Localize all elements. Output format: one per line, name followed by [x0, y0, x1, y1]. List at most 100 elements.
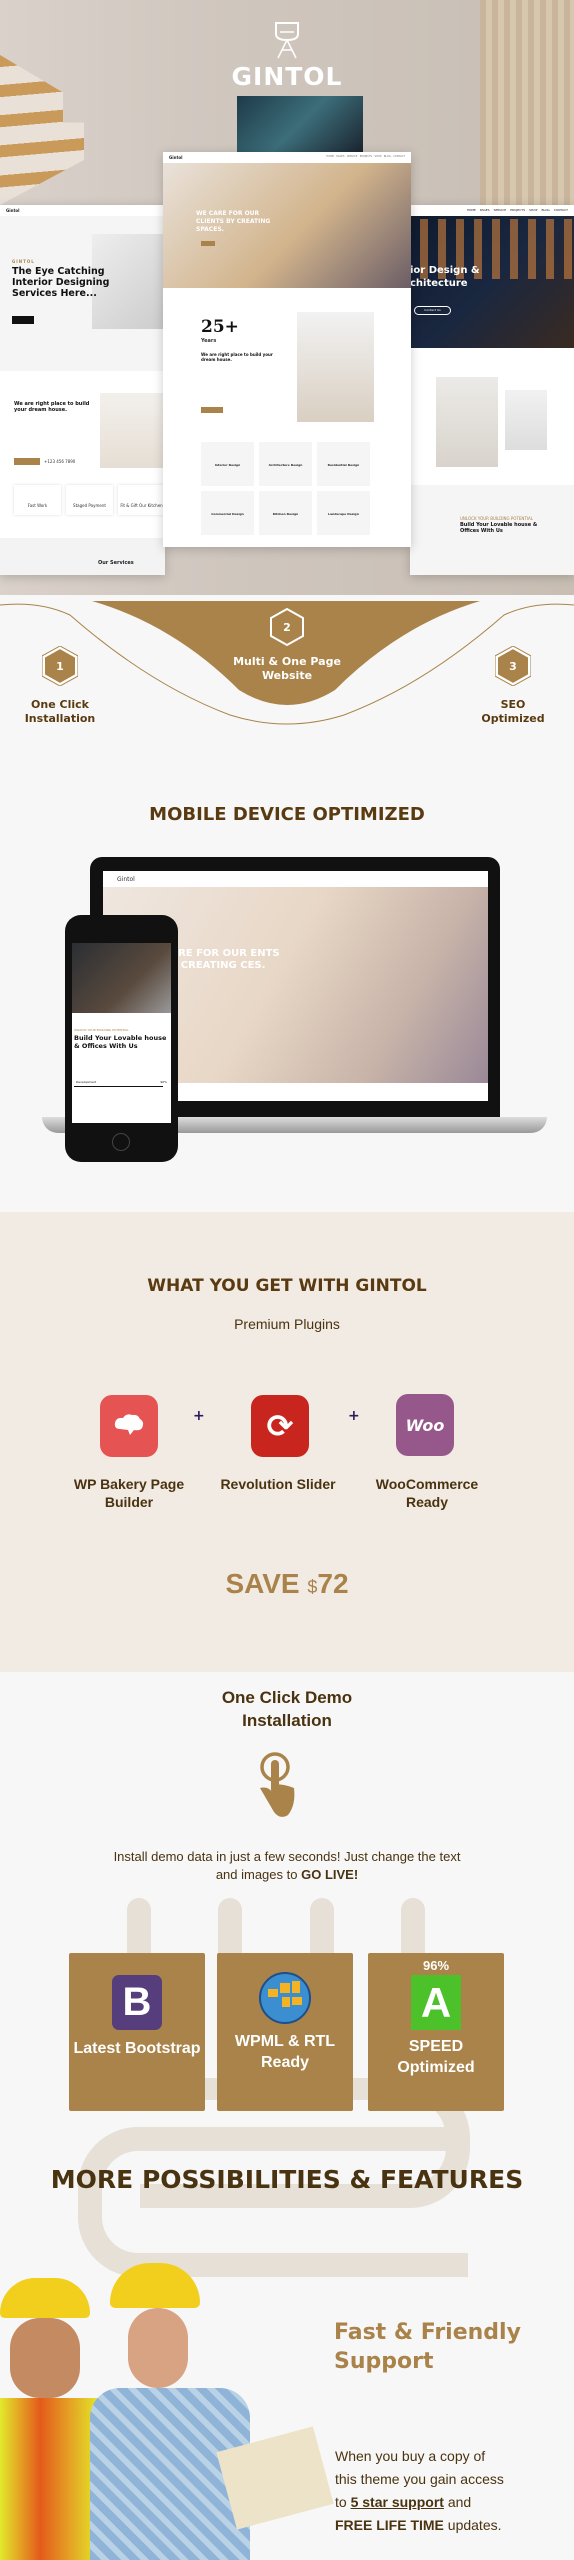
hard-hat	[0, 2278, 90, 2318]
mock-button	[12, 316, 34, 324]
phone-home-button	[112, 1133, 130, 1151]
mock-services-title: Our Services	[98, 560, 134, 566]
chair-icon	[275, 22, 299, 59]
card-label: Latest Bootstrap	[73, 2040, 201, 2057]
feature-number: 2	[283, 620, 291, 634]
workers-photo	[0, 2258, 340, 2560]
plant-photo	[505, 390, 547, 450]
hero-banner: GINTOL Gintol GINTOL The Eye Catching In…	[0, 0, 574, 600]
card-label: SPEED Optimized	[397, 2038, 475, 2076]
phone-progress-bar	[74, 1086, 164, 1087]
save-currency: $	[307, 1577, 318, 1597]
mock-about-heading: We are right place to build your dream h…	[201, 352, 273, 362]
wpml-globe-icon	[259, 1972, 311, 2024]
brand-logo-text: GINTOL	[231, 62, 343, 91]
mock-years: 25+	[201, 317, 239, 337]
demo-title: One Click Demo Installation	[221, 1688, 353, 1730]
feature-number: 1	[56, 659, 64, 673]
mock-features: Fast Work Staged Payment Fit & Gift Our …	[14, 485, 165, 515]
mock-feature: Fast Work	[14, 485, 61, 515]
phone-photo	[72, 943, 171, 1013]
mock-service: Residential Design	[317, 442, 370, 486]
mock-service: Landscape Design	[317, 491, 370, 535]
center-mockup: Gintol HOME · PAGES · SERVICE · PROJECTS …	[163, 152, 411, 547]
more-title: MORE POSSIBILITIES & FEATURES	[50, 2165, 524, 2194]
plugin-label: WP Bakery Page Builder	[73, 1476, 185, 1510]
plugin-label: Revolution Slider	[220, 1476, 336, 1492]
mock-learn-button	[14, 458, 40, 465]
right-mockup: HOME PAGES SERVICE PROJECTS SHOP BLOG CONTACT …	[410, 205, 574, 575]
support-text: When you buy a copy of this theme you ga…	[335, 2445, 510, 2537]
laptop-hero-text: CARE FOR OUR ENTS BY CREATING CES.	[163, 948, 280, 971]
save-value: 72	[317, 1568, 349, 1599]
feature-number: 3	[509, 659, 517, 673]
revolution-refresh-icon: ⟳	[251, 1395, 309, 1457]
mock-eyebrow: GINTOL	[12, 259, 35, 264]
phone-heading: Build Your Lovable house & Offices With …	[74, 1034, 167, 1050]
support-bold: FREE LIFE TIME	[335, 2517, 444, 2533]
support-title: Fast & Friendly Support	[334, 2320, 521, 2374]
mock-phone: +123 456 7890	[44, 459, 76, 464]
plus-sign: +	[348, 1408, 360, 1424]
mock-service: Interior Design	[201, 442, 254, 486]
bootstrap-icon: B	[112, 1975, 162, 2030]
woo-icon: Woo	[396, 1394, 454, 1456]
left-mockup: Gintol GINTOL The Eye Catching Interior …	[0, 205, 165, 575]
safety-vest	[0, 2398, 100, 2560]
feature-card-speed: 96% A SPEED Optimized	[368, 1953, 504, 2111]
worker-face	[10, 2318, 80, 2398]
feature-card-bootstrap: B Latest Bootstrap	[69, 1953, 205, 2111]
laptop-logo: Gintol	[117, 876, 135, 883]
mock-years-label: Years	[201, 338, 217, 344]
desk-photo	[436, 377, 498, 467]
feature-hex-3: 3	[495, 646, 531, 686]
speed-grade-icon: A	[411, 1975, 461, 2030]
mock-heading: Build Your Lovable house & Offices With …	[460, 522, 538, 534]
demo-description: Install demo data in just a few seconds!…	[110, 1848, 464, 1884]
hard-hat	[110, 2263, 200, 2308]
save-amount: SAVE $72	[0, 1568, 574, 1600]
phone: UNLOCK YOUR BUILDING POTENTIAL Build You…	[65, 915, 178, 1162]
mock-logo: Gintol	[169, 155, 183, 160]
feature-label: SEO Optimized	[481, 698, 545, 725]
mock-service: Commercial Design	[201, 491, 254, 535]
veranda-photo	[297, 312, 374, 422]
support-text-2: and	[447, 2494, 472, 2510]
mock-service: Architecture Design	[259, 442, 312, 486]
pipe-curve	[78, 2127, 468, 2277]
phone-eyebrow: UNLOCK YOUR BUILDING POTENTIAL	[74, 1028, 129, 1032]
feature-label: Multi & One Page Website	[233, 655, 341, 682]
plus-sign: +	[193, 1408, 205, 1424]
mock-heading: The Eye Catching Interior Designing Serv…	[12, 266, 110, 299]
worker-face	[128, 2308, 188, 2388]
support-text-3: updates.	[447, 2517, 502, 2533]
phone-screen: UNLOCK YOUR BUILDING POTENTIAL Build You…	[72, 943, 171, 1123]
phone-bar-value: 90%	[160, 1080, 167, 1084]
mock-hero-text: ior Design & chitecture	[410, 265, 480, 289]
mock-feature: Staged Payment	[66, 485, 113, 515]
plugins-subtitle: Premium Plugins	[234, 1316, 340, 1332]
card-label: WPML & RTL Ready	[234, 2033, 336, 2071]
speed-badge: 96%	[422, 1958, 450, 1973]
curtain-image	[480, 0, 574, 210]
mock-contact-button: Contact Us	[414, 306, 451, 315]
mock-hero-text: WE CARE FOR OUR CLIENTS BY CREATING SPAC…	[196, 210, 271, 233]
mobile-section-title: MOBILE DEVICE OPTIMIZED	[149, 804, 425, 825]
phone-bar-label: Development	[76, 1080, 97, 1084]
mock-about-heading: We are right place to build your dream h…	[14, 401, 90, 413]
plugins-title: WHAT YOU GET WITH GINTOL	[147, 1276, 427, 1296]
mock-hero-image: WE CARE FOR OUR CLIENTS BY CREATING SPAC…	[163, 163, 411, 288]
mock-services-grid: Interior Design Architecture Design Resi…	[201, 442, 370, 535]
wpbakery-cloud-icon	[100, 1395, 158, 1457]
feature-label: One Click Installation	[24, 698, 96, 725]
lamp-photo	[100, 393, 165, 468]
feature-hex-1: 1	[42, 646, 78, 686]
mock-eyebrow: UNLOCK YOUR BUILDING POTENTIAL	[460, 516, 534, 521]
mock-service: Kitchen Design	[259, 491, 312, 535]
plugin-label: WooCommerce Ready	[375, 1476, 479, 1510]
feature-hex-2: 2	[269, 607, 305, 647]
feature-card-wpml: WPML & RTL Ready	[217, 1953, 353, 2111]
support-link[interactable]: 5 star support	[351, 2494, 444, 2510]
tv-image	[237, 96, 363, 152]
demo-desc-bold: GO LIVE!	[301, 1867, 359, 1882]
